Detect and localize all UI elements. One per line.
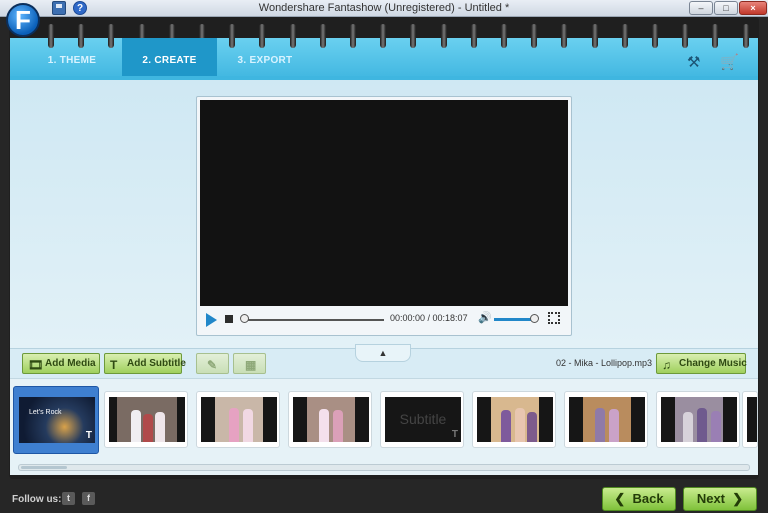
- step-theme-tab[interactable]: 1. THEME: [24, 38, 120, 76]
- chevron-right-icon: ❯: [732, 491, 744, 506]
- timeline-clip[interactable]: [288, 391, 372, 448]
- binder-ring: [621, 24, 628, 48]
- seek-handle[interactable]: [240, 314, 249, 323]
- clip-image: [747, 397, 757, 442]
- add-media-button[interactable]: 🎞 Add Media: [22, 353, 100, 374]
- binder-ring: [561, 24, 568, 48]
- back-label: Back: [632, 491, 664, 506]
- timeline-clip[interactable]: [104, 391, 188, 448]
- binder-ring: [742, 24, 749, 48]
- minimize-button[interactable]: –: [689, 1, 713, 15]
- add-media-label: Add Media: [45, 358, 96, 369]
- clip-image: [109, 397, 185, 442]
- volume-icon[interactable]: 🔊: [478, 311, 492, 324]
- add-subtitle-button[interactable]: T Add Subtitle: [104, 353, 186, 374]
- binder-ring: [380, 24, 387, 48]
- change-music-label: Change Music: [679, 358, 747, 369]
- title-clip-text: Let's Rock: [29, 409, 62, 416]
- facebook-icon[interactable]: f: [82, 492, 95, 505]
- maximize-button[interactable]: □: [714, 1, 738, 15]
- timeline-clip[interactable]: [742, 391, 758, 448]
- twitter-icon[interactable]: t: [62, 492, 75, 505]
- player-controls: 00:00:00 / 00:18:07 🔊: [200, 308, 568, 332]
- timeline-clip[interactable]: [564, 391, 648, 448]
- title-clip-image: Let's Rock T: [19, 397, 95, 443]
- clip-image: [661, 397, 737, 442]
- timeline-clip[interactable]: [472, 391, 556, 448]
- scroll-thumb[interactable]: [21, 466, 67, 469]
- follow-us-label: Follow us:: [12, 494, 62, 505]
- edit-icon: ✎: [207, 358, 218, 372]
- volume-handle[interactable]: [529, 314, 539, 323]
- timecode: 00:00:00 / 00:18:07: [390, 313, 468, 323]
- stop-icon[interactable]: [225, 315, 233, 323]
- film-icon: 🎞: [28, 358, 44, 372]
- next-label: Next: [696, 491, 726, 506]
- next-button[interactable]: Next ❯: [683, 487, 757, 511]
- add-subtitle-label: Add Subtitle: [127, 358, 186, 369]
- delete-button[interactable]: ▦: [233, 353, 266, 374]
- text-icon: T: [451, 429, 458, 440]
- binder-ring: [501, 24, 507, 48]
- close-button[interactable]: ×: [739, 1, 767, 15]
- binder-ring: [712, 24, 719, 48]
- back-button[interactable]: ❮ Back: [602, 487, 676, 511]
- binder-ring: [440, 24, 447, 48]
- change-music-button[interactable]: ♫ Change Music: [656, 353, 747, 374]
- music-track-label: 02 - Mika - Lollipop.mp3: [556, 358, 653, 368]
- fullscreen-icon[interactable]: [548, 312, 560, 324]
- subtitle-clip-text: Subtitle: [399, 411, 447, 427]
- binder-ring: [470, 24, 477, 48]
- hammer-icon[interactable]: ⚒: [687, 53, 700, 71]
- collapse-toggle[interactable]: ▲: [355, 344, 411, 362]
- binder-ring: [410, 24, 417, 48]
- text-icon: T: [110, 358, 118, 372]
- clip-image: [201, 397, 277, 442]
- step-export-tab[interactable]: 3. EXPORT: [217, 38, 313, 76]
- binder-ring: [591, 24, 598, 48]
- delete-icon: ▦: [245, 358, 257, 372]
- text-icon: T: [85, 430, 92, 441]
- seek-bar[interactable]: [244, 319, 384, 321]
- title-bar: ? Wondershare Fantashow (Unregistered) -…: [0, 0, 768, 17]
- binder-ring: [319, 24, 326, 48]
- step-create-tab[interactable]: 2. CREATE: [122, 38, 217, 76]
- video-preview: [200, 100, 568, 306]
- chevron-left-icon: ❮: [614, 491, 626, 506]
- clip-image: [293, 397, 369, 442]
- binder-ring: [531, 24, 538, 48]
- binder-ring: [350, 24, 356, 48]
- binder-ring: [652, 24, 658, 48]
- app-logo: F: [6, 3, 40, 37]
- music-note-icon: ♫: [662, 358, 671, 372]
- timeline-clip-title[interactable]: Let's Rock T: [13, 386, 99, 454]
- clip-image: [569, 397, 645, 442]
- window-title: Wondershare Fantashow (Unregistered) - U…: [258, 2, 510, 14]
- binder-ring: [682, 24, 689, 48]
- timeline-scrollbar[interactable]: [18, 464, 750, 471]
- edit-button[interactable]: ✎: [196, 353, 229, 374]
- timeline-clip-subtitle[interactable]: Subtitle T: [380, 391, 464, 448]
- play-icon[interactable]: [206, 313, 217, 327]
- timeline-clip[interactable]: [196, 391, 280, 448]
- timeline-clip[interactable]: [656, 391, 740, 448]
- clip-image: [477, 397, 553, 442]
- shopping-cart-icon[interactable]: 🛒: [720, 53, 739, 71]
- subtitle-clip-image: Subtitle T: [385, 397, 461, 442]
- video-player: 00:00:00 / 00:18:07 🔊: [196, 96, 572, 336]
